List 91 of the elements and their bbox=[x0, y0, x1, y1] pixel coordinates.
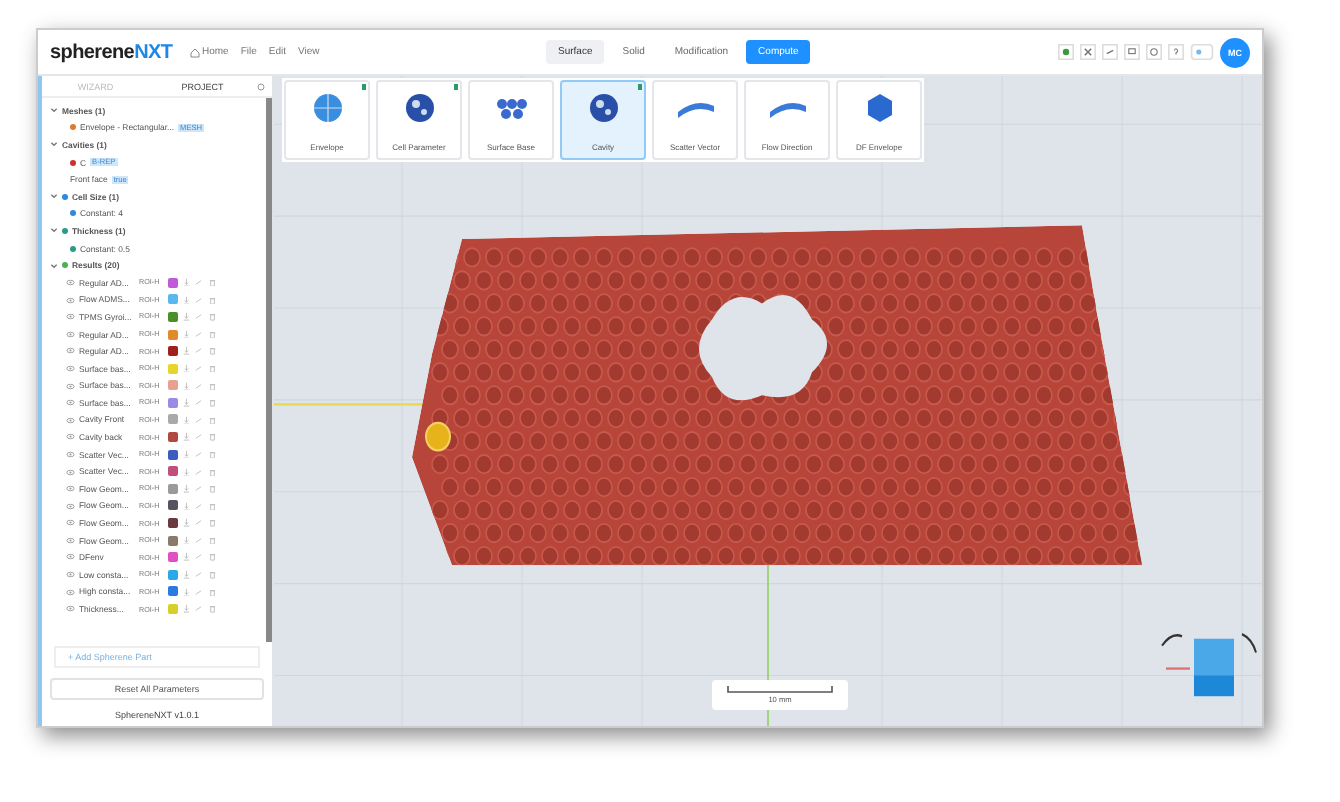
link-icon[interactable] bbox=[1102, 44, 1118, 60]
trash-icon[interactable] bbox=[207, 329, 216, 339]
trash-icon[interactable] bbox=[207, 587, 216, 597]
download-icon[interactable] bbox=[181, 277, 190, 287]
trash-icon[interactable] bbox=[207, 535, 216, 545]
trash-icon[interactable] bbox=[207, 312, 216, 322]
color-swatch[interactable] bbox=[167, 586, 177, 597]
color-swatch[interactable] bbox=[167, 311, 177, 322]
color-swatch[interactable] bbox=[167, 414, 177, 425]
trash-icon[interactable] bbox=[207, 518, 216, 528]
download-icon[interactable] bbox=[181, 329, 190, 339]
download-icon[interactable] bbox=[181, 346, 190, 356]
eye-icon[interactable] bbox=[66, 449, 75, 459]
download-icon[interactable] bbox=[181, 312, 190, 322]
download-icon[interactable] bbox=[181, 432, 190, 442]
trash-icon[interactable] bbox=[207, 398, 216, 408]
eye-icon[interactable] bbox=[66, 363, 75, 373]
color-swatch[interactable] bbox=[167, 294, 177, 305]
eye-icon[interactable] bbox=[66, 346, 75, 356]
download-icon[interactable] bbox=[181, 518, 190, 528]
help-icon[interactable] bbox=[1168, 44, 1184, 60]
download-icon[interactable] bbox=[181, 587, 190, 597]
trash-icon[interactable] bbox=[207, 484, 216, 494]
color-swatch[interactable] bbox=[167, 363, 177, 374]
download-icon[interactable] bbox=[181, 535, 190, 545]
home-icon bbox=[190, 47, 200, 57]
color-swatch[interactable] bbox=[167, 518, 177, 529]
color-swatch[interactable] bbox=[167, 500, 177, 511]
eye-icon[interactable] bbox=[66, 329, 75, 339]
download-icon[interactable] bbox=[181, 381, 190, 391]
download-icon[interactable] bbox=[181, 501, 190, 511]
logo: sphereneNXT bbox=[50, 41, 174, 63]
eye-icon[interactable] bbox=[66, 432, 75, 442]
color-swatch[interactable] bbox=[167, 397, 177, 408]
view-cube-drawing[interactable] bbox=[1160, 633, 1258, 697]
download-icon[interactable] bbox=[181, 415, 190, 425]
trash-icon[interactable] bbox=[207, 501, 216, 511]
trash-icon[interactable] bbox=[207, 570, 216, 580]
eye-icon[interactable] bbox=[66, 381, 75, 391]
color-swatch[interactable] bbox=[167, 604, 177, 615]
color-swatch[interactable] bbox=[167, 552, 177, 563]
trash-icon[interactable] bbox=[207, 295, 216, 305]
trash-icon[interactable] bbox=[207, 604, 216, 614]
color-swatch[interactable] bbox=[167, 535, 177, 546]
ruler-icon bbox=[726, 686, 834, 694]
trash-icon[interactable] bbox=[207, 363, 216, 373]
eye-icon[interactable] bbox=[66, 312, 75, 322]
eye-icon[interactable] bbox=[66, 398, 75, 408]
trash-icon[interactable] bbox=[207, 449, 216, 459]
eye-icon[interactable] bbox=[66, 570, 75, 580]
trash-icon[interactable] bbox=[207, 346, 216, 356]
download-icon[interactable] bbox=[181, 552, 190, 562]
trash-icon[interactable] bbox=[207, 381, 216, 391]
trash-icon[interactable] bbox=[207, 432, 216, 442]
trash-icon[interactable] bbox=[207, 415, 216, 425]
download-icon[interactable] bbox=[181, 604, 190, 614]
download-icon[interactable] bbox=[181, 449, 190, 459]
download-icon[interactable] bbox=[181, 295, 190, 305]
color-swatch[interactable] bbox=[167, 569, 177, 580]
color-swatch[interactable] bbox=[167, 483, 177, 494]
eye-icon[interactable] bbox=[66, 535, 75, 545]
color-swatch[interactable] bbox=[167, 277, 177, 288]
eye-icon[interactable] bbox=[66, 518, 75, 528]
eye-icon[interactable] bbox=[66, 484, 75, 494]
eye-icon[interactable] bbox=[66, 587, 75, 597]
chat-icon[interactable] bbox=[1124, 44, 1140, 60]
settings-icon[interactable] bbox=[256, 81, 266, 91]
color-swatch[interactable] bbox=[167, 466, 177, 477]
trash-icon[interactable] bbox=[207, 277, 216, 287]
download-icon[interactable] bbox=[181, 570, 190, 580]
eye-icon[interactable] bbox=[66, 415, 75, 425]
download-icon[interactable] bbox=[181, 467, 190, 477]
eye-icon[interactable] bbox=[66, 604, 75, 614]
color-swatch[interactable] bbox=[167, 380, 177, 391]
color-swatch[interactable] bbox=[167, 346, 177, 357]
download-icon[interactable] bbox=[181, 398, 190, 408]
theme-toggle-icon[interactable] bbox=[1190, 44, 1214, 60]
eye-icon[interactable] bbox=[66, 467, 75, 477]
color-swatch[interactable] bbox=[167, 432, 177, 443]
trash-icon[interactable] bbox=[207, 467, 216, 477]
color-swatch[interactable] bbox=[167, 329, 177, 340]
eye-icon[interactable] bbox=[66, 501, 75, 511]
eye-icon[interactable] bbox=[66, 552, 75, 562]
download-icon[interactable] bbox=[181, 484, 190, 494]
trash-icon[interactable] bbox=[207, 552, 216, 562]
eye-icon[interactable] bbox=[66, 277, 75, 287]
close-icon[interactable] bbox=[1080, 44, 1096, 60]
color-swatch[interactable] bbox=[167, 449, 177, 460]
status-icon[interactable] bbox=[1058, 44, 1074, 60]
download-icon[interactable] bbox=[181, 363, 190, 373]
eye-icon[interactable] bbox=[66, 295, 75, 305]
